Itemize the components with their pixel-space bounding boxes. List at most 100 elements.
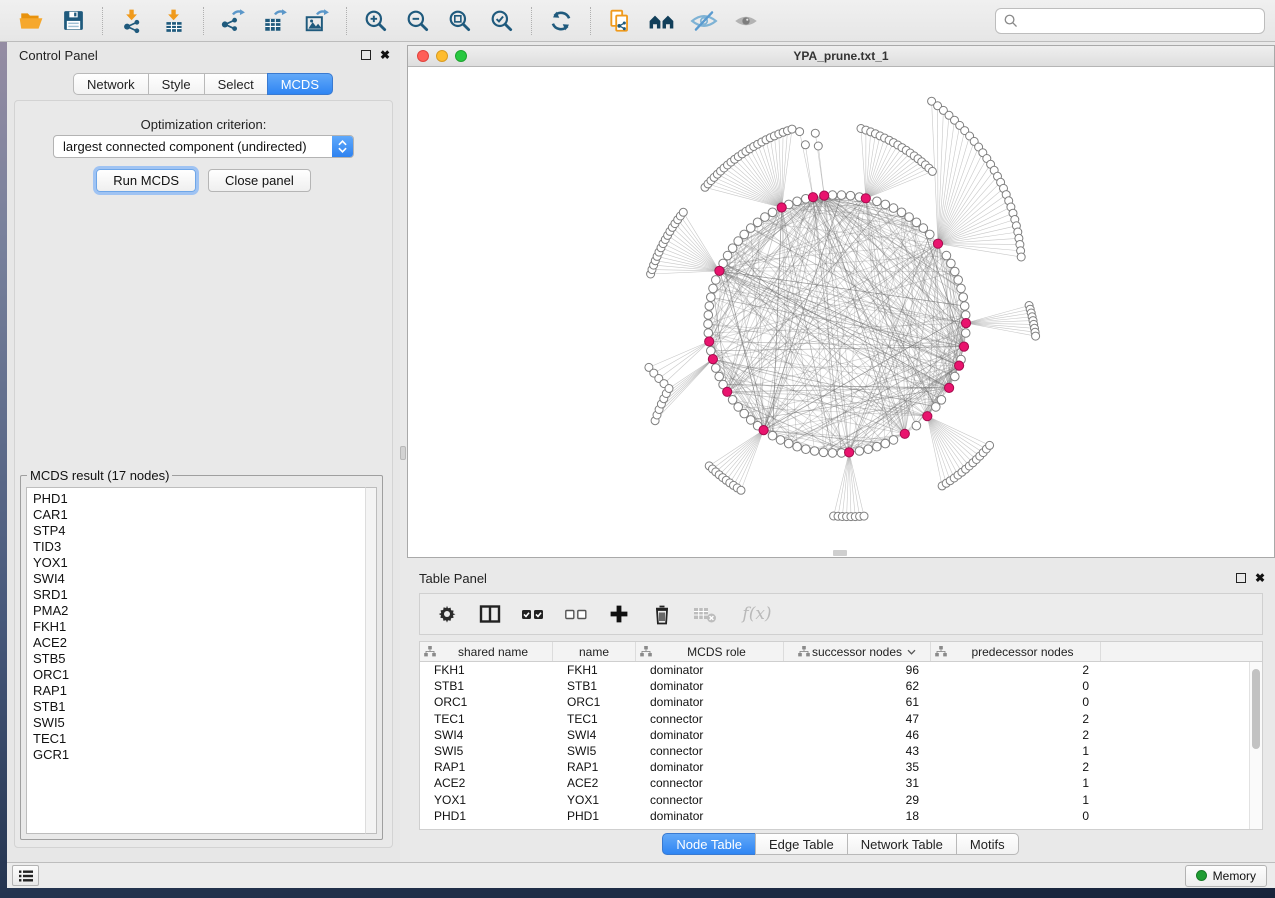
ring-node[interactable] bbox=[761, 213, 770, 222]
ring-node[interactable] bbox=[828, 191, 837, 200]
ring-node[interactable] bbox=[723, 251, 732, 260]
search-input[interactable] bbox=[1023, 14, 1257, 28]
ring-node[interactable] bbox=[959, 293, 968, 302]
mcds-hub-node[interactable] bbox=[705, 337, 714, 346]
function-builder-button[interactable]: f(x) bbox=[735, 600, 779, 628]
ring-node[interactable] bbox=[881, 200, 890, 209]
mcds-result-item[interactable]: TEC1 bbox=[33, 731, 365, 747]
leaf-node[interactable] bbox=[801, 141, 809, 149]
hide-selected-button[interactable] bbox=[687, 4, 721, 38]
mcds-hub-node[interactable] bbox=[820, 191, 829, 200]
ring-node[interactable] bbox=[897, 208, 906, 217]
tab-network[interactable]: Network bbox=[73, 73, 149, 95]
refresh-button[interactable] bbox=[544, 4, 578, 38]
table-vscrollbar-thumb[interactable] bbox=[1252, 669, 1260, 749]
ring-node[interactable] bbox=[768, 431, 777, 440]
mcds-result-item[interactable]: FKH1 bbox=[33, 619, 365, 635]
column-header-name[interactable]: name bbox=[553, 642, 636, 661]
ring-node[interactable] bbox=[728, 396, 737, 405]
select-all-columns-button[interactable] bbox=[520, 600, 546, 628]
table-row[interactable]: TEC1TEC1connector472 bbox=[420, 711, 1262, 727]
leaf-node[interactable] bbox=[860, 512, 868, 520]
mcds-hub-node[interactable] bbox=[777, 203, 786, 212]
ring-node[interactable] bbox=[707, 347, 716, 356]
show-column-button[interactable] bbox=[477, 600, 503, 628]
ring-node[interactable] bbox=[712, 364, 721, 373]
column-header-predecessor-nodes[interactable]: predecessor nodes bbox=[931, 642, 1101, 661]
network-window-titlebar[interactable]: YPA_prune.txt_1 bbox=[408, 46, 1274, 67]
tab-mcds[interactable]: MCDS bbox=[267, 73, 333, 95]
ring-node[interactable] bbox=[873, 197, 882, 206]
ring-node[interactable] bbox=[957, 284, 966, 293]
mcds-hub-node[interactable] bbox=[808, 193, 817, 202]
run-mcds-button[interactable]: Run MCDS bbox=[96, 169, 196, 192]
zoom-selected-button[interactable] bbox=[485, 4, 519, 38]
clone-network-button[interactable] bbox=[603, 4, 637, 38]
column-header-successor-nodes[interactable]: successor nodes bbox=[784, 642, 931, 661]
float-panel-icon[interactable] bbox=[1236, 573, 1246, 583]
table-row[interactable]: STB1STB1dominator620 bbox=[420, 678, 1262, 694]
save-session-button[interactable] bbox=[56, 4, 90, 38]
close-panel-icon[interactable]: ✖ bbox=[1255, 573, 1265, 583]
leaf-node[interactable] bbox=[665, 385, 673, 393]
zoom-out-button[interactable] bbox=[401, 4, 435, 38]
ring-node[interactable] bbox=[864, 445, 873, 454]
table-row[interactable]: PHD1PHD1dominator180 bbox=[420, 808, 1262, 824]
mcds-result-item[interactable]: CAR1 bbox=[33, 507, 365, 523]
mcds-hub-node[interactable] bbox=[861, 194, 870, 203]
ring-node[interactable] bbox=[961, 329, 970, 338]
mcds-result-item[interactable]: ORC1 bbox=[33, 667, 365, 683]
table-settings-button[interactable] bbox=[434, 600, 460, 628]
ring-node[interactable] bbox=[734, 403, 743, 412]
ring-node[interactable] bbox=[855, 447, 864, 456]
leaf-node[interactable] bbox=[1017, 253, 1025, 261]
ring-node[interactable] bbox=[709, 284, 718, 293]
ring-node[interactable] bbox=[951, 372, 960, 381]
delete-column-button[interactable] bbox=[649, 600, 675, 628]
mcds-hub-node[interactable] bbox=[759, 426, 768, 435]
ring-node[interactable] bbox=[704, 311, 713, 320]
ring-node[interactable] bbox=[846, 191, 855, 200]
ring-node[interactable] bbox=[873, 442, 882, 451]
close-panel-button[interactable]: Close panel bbox=[208, 169, 311, 192]
canvas-hscrollbar-thumb[interactable] bbox=[833, 550, 847, 556]
zoom-in-button[interactable] bbox=[359, 4, 393, 38]
mcds-hub-node[interactable] bbox=[845, 448, 854, 457]
ring-node[interactable] bbox=[881, 439, 890, 448]
ring-node[interactable] bbox=[793, 442, 802, 451]
ring-node[interactable] bbox=[704, 320, 713, 329]
mcds-hub-node[interactable] bbox=[959, 342, 968, 351]
tab-network-table[interactable]: Network Table bbox=[847, 833, 957, 855]
leaf-node[interactable] bbox=[679, 208, 687, 216]
leaf-node[interactable] bbox=[1032, 332, 1040, 340]
table-row[interactable]: ACE2ACE2connector311 bbox=[420, 775, 1262, 791]
leaf-node[interactable] bbox=[796, 128, 804, 136]
ring-node[interactable] bbox=[768, 208, 777, 217]
mcds-hub-node[interactable] bbox=[933, 239, 942, 248]
delete-table-button[interactable] bbox=[692, 600, 718, 628]
mcds-result-item[interactable]: STP4 bbox=[33, 523, 365, 539]
table-row[interactable]: YOX1YOX1connector291 bbox=[420, 792, 1262, 808]
mcds-result-item[interactable]: STB1 bbox=[33, 699, 365, 715]
close-panel-icon[interactable]: ✖ bbox=[380, 50, 390, 60]
leaf-node[interactable] bbox=[811, 129, 819, 137]
table-row[interactable]: RAP1RAP1dominator352 bbox=[420, 759, 1262, 775]
criterion-select[interactable]: largest connected component (undirected) bbox=[53, 135, 354, 158]
mcds-hub-node[interactable] bbox=[900, 429, 909, 438]
table-row[interactable]: SWI4SWI4dominator462 bbox=[420, 727, 1262, 743]
leaf-node[interactable] bbox=[737, 486, 745, 494]
ring-node[interactable] bbox=[776, 436, 785, 445]
mcds-hub-node[interactable] bbox=[715, 266, 724, 275]
ring-node[interactable] bbox=[947, 259, 956, 268]
tab-edge-table[interactable]: Edge Table bbox=[755, 833, 848, 855]
ring-node[interactable] bbox=[712, 276, 721, 285]
ring-node[interactable] bbox=[715, 372, 724, 381]
mcds-hub-node[interactable] bbox=[955, 361, 964, 370]
leaf-node[interactable] bbox=[814, 142, 822, 150]
table-row[interactable]: ORC1ORC1dominator610 bbox=[420, 694, 1262, 710]
mcds-hub-node[interactable] bbox=[961, 319, 970, 328]
mcds-result-item[interactable]: TID3 bbox=[33, 539, 365, 555]
show-panel-list-button[interactable] bbox=[12, 865, 39, 886]
table-row[interactable]: SWI5SWI5connector431 bbox=[420, 743, 1262, 759]
export-image-button[interactable] bbox=[300, 4, 334, 38]
